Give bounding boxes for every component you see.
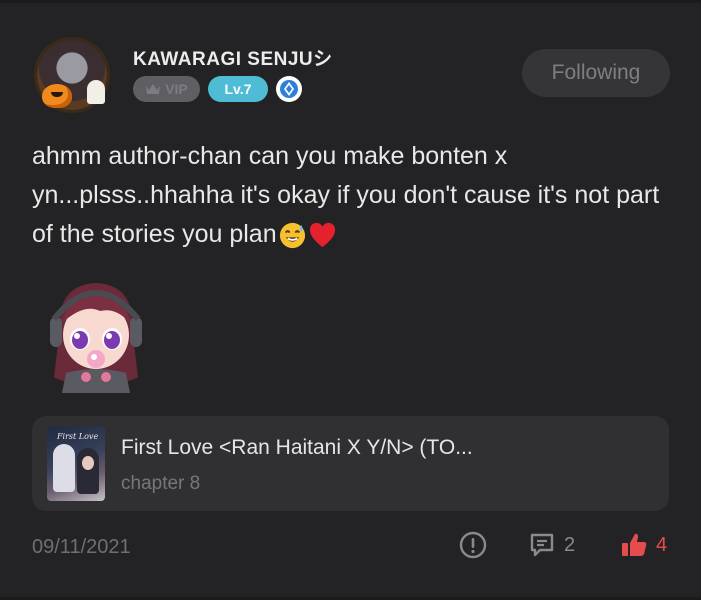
story-chapter: chapter 8 (121, 473, 201, 494)
pumpkin-icon (42, 84, 72, 108)
ghost-icon (87, 80, 105, 104)
report-icon (459, 531, 487, 559)
cover-title: First Love (57, 432, 99, 441)
like-count: 4 (656, 533, 668, 556)
level-badge: Lv.7 (208, 76, 268, 102)
sweat-smile-emoji-icon (279, 222, 305, 248)
red-heart-emoji-icon (309, 222, 335, 247)
cover-figure-right (77, 448, 99, 494)
comment-text: ahmm author-chan can you make bonten x y… (32, 142, 660, 248)
comment-date: 09/11/2021 (32, 536, 131, 558)
crown-icon (146, 84, 161, 94)
report-button[interactable] (459, 531, 487, 559)
vip-label: VIP (165, 81, 188, 97)
comment-button[interactable]: 2 (528, 531, 575, 559)
user-badges: VIP Lv.7 (133, 76, 302, 102)
anime-girl-sticker (50, 283, 142, 393)
story-title: First Love <Ran Haitani X Y/N> (TO... (121, 436, 473, 459)
comment-count: 2 (564, 533, 576, 556)
comment-body: ahmm author-chan can you make bonten x y… (32, 137, 682, 254)
story-link-card[interactable]: First Love First Love <Ran Haitani X Y/N… (32, 416, 669, 511)
gem-icon (276, 76, 302, 102)
cover-figure-left (53, 444, 75, 492)
like-button[interactable]: 4 (620, 531, 667, 559)
thumbs-up-icon (622, 533, 647, 556)
avatar[interactable] (34, 37, 110, 113)
vip-badge: VIP (133, 76, 200, 102)
username[interactable]: KAWARAGI SENJUシ (133, 44, 333, 71)
following-button[interactable]: Following (522, 49, 670, 97)
comment-icon (530, 533, 554, 557)
top-divider (0, 0, 701, 3)
story-cover-image: First Love (47, 426, 105, 501)
